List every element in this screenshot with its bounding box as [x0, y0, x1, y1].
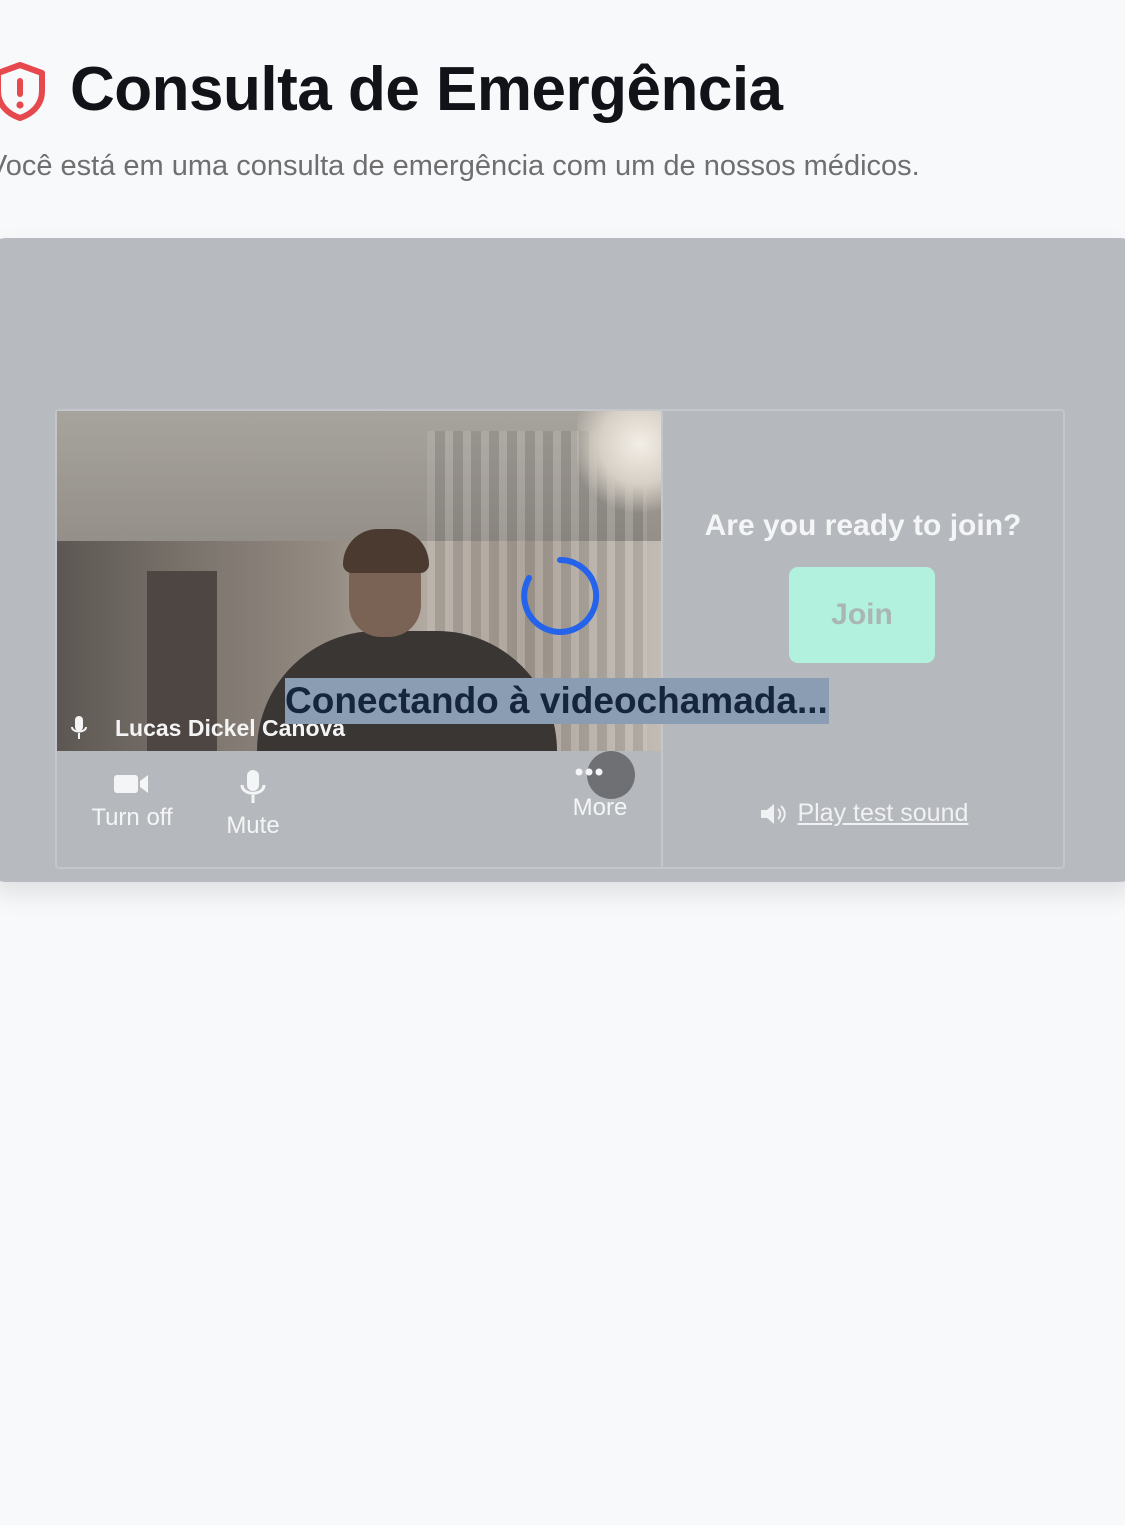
join-panel: Are you ready to join? Join Play test so…: [663, 411, 1063, 867]
camera-toggle-label: Turn off: [91, 804, 173, 831]
camera-toggle-button[interactable]: Turn off: [85, 769, 179, 833]
more-button[interactable]: More: [553, 751, 647, 823]
microphone-icon: [240, 770, 266, 803]
video-call-card: Lucas Dickel Canova Turn off Mute More A…: [0, 238, 1125, 882]
page-header: Consulta de Emergência: [0, 52, 1125, 132]
microphone-icon: [71, 716, 87, 739]
device-controls: Turn off Mute More: [57, 751, 661, 867]
speaker-icon: [761, 803, 786, 824]
page-subtitle: Você está em uma consulta de emergência …: [0, 150, 920, 182]
ready-question: Are you ready to join?: [704, 509, 1022, 542]
shield-alert-icon: [0, 62, 45, 121]
mute-label: Mute: [226, 812, 280, 839]
more-label: More: [572, 794, 628, 821]
page-title: Consulta de Emergência: [70, 55, 783, 124]
connecting-status: Conectando à videochamada...: [285, 678, 829, 724]
play-test-sound-label: Play test sound: [797, 799, 969, 827]
camera-icon: [114, 775, 148, 793]
play-test-sound-link[interactable]: Play test sound: [759, 799, 968, 828]
loading-spinner: [521, 556, 600, 635]
more-dots-icon: [575, 751, 635, 799]
join-button[interactable]: Join: [789, 567, 935, 663]
mute-button[interactable]: Mute: [213, 769, 293, 841]
prejoin-panel: Lucas Dickel Canova Turn off Mute More A…: [55, 409, 1065, 869]
